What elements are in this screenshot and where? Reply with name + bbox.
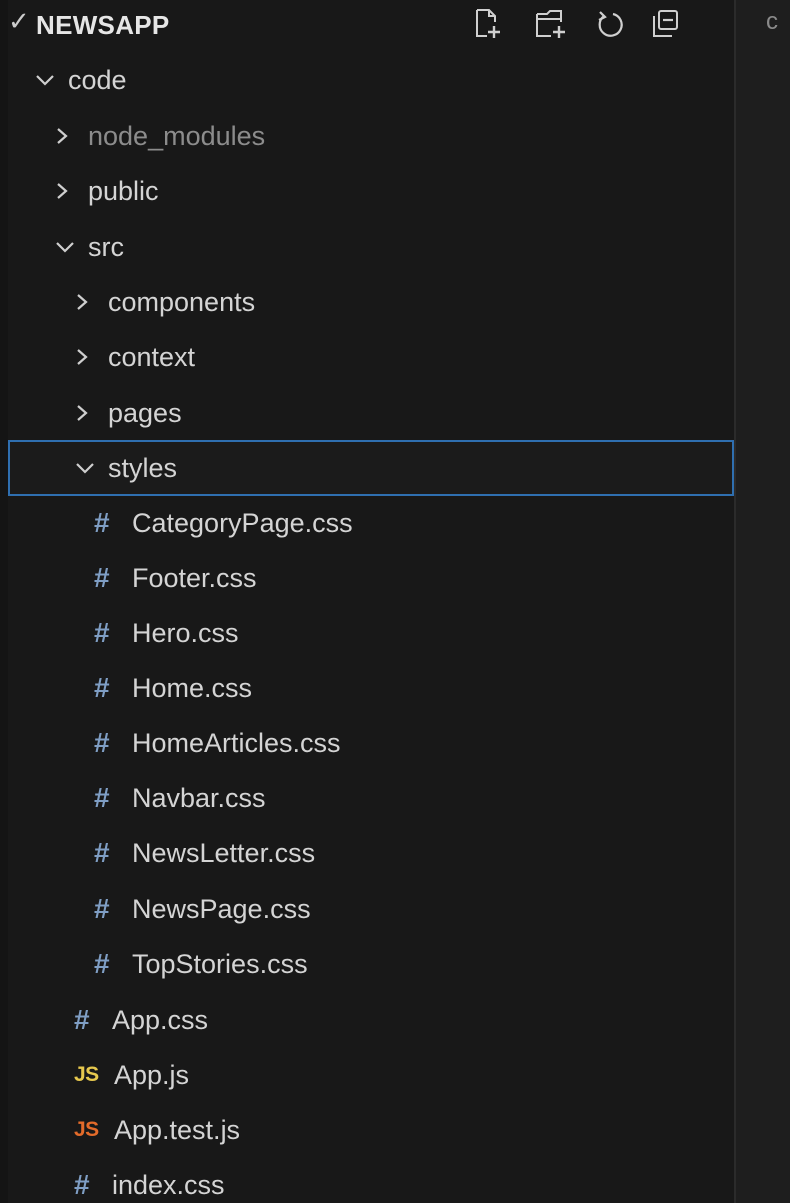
- tree-file-homearticles-css[interactable]: # HomeArticles.css: [8, 715, 734, 771]
- tree-item-label: TopStories.css: [132, 948, 308, 979]
- tree-item-label: pages: [108, 397, 182, 428]
- css-file-icon: #: [94, 837, 110, 868]
- css-file-icon: #: [94, 617, 110, 648]
- tree-item-label: components: [108, 286, 256, 317]
- chevron-right-icon[interactable]: [74, 401, 108, 425]
- js-test-file-icon: JS: [74, 1118, 99, 1141]
- css-file-icon: #: [74, 1169, 90, 1200]
- tree-item-label: node_modules: [88, 120, 266, 151]
- tree-folder-code[interactable]: code: [8, 52, 734, 108]
- tree-folder-pages[interactable]: pages: [8, 385, 734, 441]
- tree-folder-components[interactable]: components: [8, 274, 734, 330]
- tree-item-label: Hero.css: [132, 617, 239, 648]
- tree-item-label: context: [108, 341, 196, 372]
- tree-item-label: App.test.js: [114, 1114, 241, 1145]
- tree-file-categorypage-css[interactable]: # CategoryPage.css: [8, 495, 734, 551]
- tree-item-label: public: [88, 175, 159, 206]
- tree-folder-node-modules[interactable]: node_modules: [8, 108, 734, 164]
- collapse-all-icon[interactable]: [648, 4, 684, 44]
- collapse-chevron-icon[interactable]: ✓: [8, 6, 30, 37]
- chevron-down-icon[interactable]: [74, 460, 108, 476]
- tree-item-label: App.js: [114, 1059, 190, 1090]
- chevron-right-icon[interactable]: [54, 179, 88, 203]
- tree-item-label: NewsLetter.css: [132, 837, 316, 868]
- css-file-icon: #: [94, 727, 110, 758]
- chevron-right-icon[interactable]: [54, 124, 88, 148]
- tree-file-hero-css[interactable]: # Hero.css: [8, 605, 734, 661]
- tree-file-topstories-css[interactable]: # TopStories.css: [8, 936, 734, 992]
- tree-item-label: CategoryPage.css: [132, 507, 353, 538]
- new-file-icon[interactable]: [470, 4, 506, 44]
- refresh-icon[interactable]: [592, 4, 628, 44]
- tree-file-newspage-css[interactable]: # NewsPage.css: [8, 881, 734, 937]
- editor-text-fragment: c: [766, 8, 778, 35]
- new-folder-icon[interactable]: [534, 4, 570, 44]
- tree-item-label: index.css: [112, 1169, 225, 1200]
- tree-folder-styles[interactable]: styles: [8, 440, 734, 496]
- tree-item-label: Footer.css: [132, 562, 257, 593]
- tree-folder-context[interactable]: context: [8, 329, 734, 385]
- css-file-icon: #: [94, 893, 110, 924]
- tree-item-label: styles: [108, 452, 178, 483]
- activity-bar-edge: [0, 0, 8, 1203]
- tree-item-label: src: [88, 231, 124, 262]
- tree-folder-public[interactable]: public: [8, 163, 734, 219]
- tree-folder-src[interactable]: src: [8, 219, 734, 275]
- chevron-down-icon[interactable]: [54, 239, 88, 255]
- tree-file-index-css[interactable]: # index.css: [8, 1157, 734, 1203]
- css-file-icon: #: [94, 562, 110, 593]
- explorer-panel: ✓ NEWSAPP code node_modules public src c…: [8, 0, 734, 1203]
- css-file-icon: #: [94, 948, 110, 979]
- js-file-icon: JS: [74, 1063, 99, 1086]
- chevron-right-icon[interactable]: [74, 290, 108, 314]
- tree-item-label: App.css: [112, 1004, 209, 1035]
- tree-file-app-test-js[interactable]: JS App.test.js: [8, 1102, 734, 1158]
- tree-item-label: Navbar.css: [132, 782, 266, 813]
- tree-item-label: Home.css: [132, 672, 253, 703]
- tree-file-app-css[interactable]: # App.css: [8, 992, 734, 1048]
- tree-item-label: code: [68, 64, 127, 95]
- explorer-header[interactable]: ✓ NEWSAPP: [8, 0, 734, 50]
- css-file-icon: #: [94, 672, 110, 703]
- vscode-window: ✓ NEWSAPP code node_modules public src c…: [0, 0, 790, 1203]
- tree-file-newsletter-css[interactable]: # NewsLetter.css: [8, 825, 734, 881]
- css-file-icon: #: [74, 1004, 90, 1035]
- workspace-title[interactable]: NEWSAPP: [36, 10, 170, 41]
- tree-item-label: NewsPage.css: [132, 893, 311, 924]
- css-file-icon: #: [94, 782, 110, 813]
- chevron-right-icon[interactable]: [74, 345, 108, 369]
- tree-file-app-js[interactable]: JS App.js: [8, 1047, 734, 1103]
- css-file-icon: #: [94, 507, 110, 538]
- editor-area: c: [736, 0, 790, 1203]
- tree-file-home-css[interactable]: # Home.css: [8, 660, 734, 716]
- tree-file-footer-css[interactable]: # Footer.css: [8, 550, 734, 606]
- tree-file-navbar-css[interactable]: # Navbar.css: [8, 770, 734, 826]
- tree-item-label: HomeArticles.css: [132, 727, 341, 758]
- chevron-down-icon[interactable]: [34, 72, 68, 88]
